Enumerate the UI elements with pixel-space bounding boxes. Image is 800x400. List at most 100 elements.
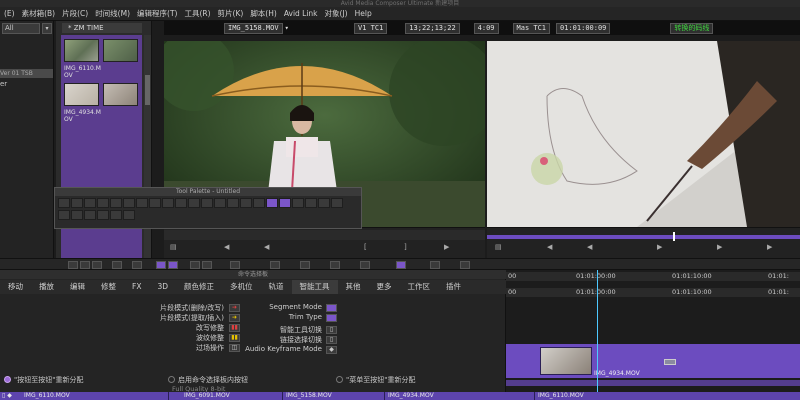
audio-track[interactable]	[506, 380, 800, 386]
tab-fx[interactable]: FX	[124, 280, 149, 294]
tab-track[interactable]: 轨道	[261, 280, 292, 294]
tool-button[interactable]	[110, 210, 122, 220]
menu-marker[interactable]: 剪片(K)	[218, 8, 244, 19]
tool-button[interactable]	[240, 198, 252, 208]
timecode-ruler[interactable]: 00 01:01:00:00 01:01:10:00 01:01:	[506, 288, 800, 297]
menu-editor[interactable]: 编辑程序(T)	[137, 8, 177, 19]
source-position-bar[interactable]	[164, 230, 485, 240]
clip-name[interactable]: IMG_5158.MOV	[286, 392, 332, 400]
tab-other[interactable]: 其他	[338, 280, 369, 294]
tool-button[interactable]	[112, 261, 122, 269]
track-toggle-icon[interactable]: ▯ ◆	[2, 392, 12, 400]
tool-button[interactable]	[97, 210, 109, 220]
tool-button[interactable]	[58, 198, 70, 208]
step-back-icon[interactable]: ◀	[587, 243, 592, 251]
tab-move[interactable]: 移动	[0, 280, 31, 294]
clip-name[interactable]: IMG_4934.MOV	[594, 370, 640, 377]
tool-button[interactable]	[300, 261, 310, 269]
tool-button[interactable]	[188, 198, 200, 208]
command-palette-title[interactable]: 命令选择板	[0, 270, 506, 279]
tool-button[interactable]	[68, 261, 78, 269]
transition-marker[interactable]	[664, 359, 676, 365]
menu-edit[interactable]: (E)	[4, 9, 15, 18]
clip-thumbnail[interactable]	[103, 39, 138, 62]
tool-button[interactable]	[84, 198, 96, 208]
step-back-icon[interactable]: ◀	[547, 243, 552, 251]
tool-button[interactable]	[279, 198, 291, 208]
clip-name[interactable]: IMG_6110.MOV	[538, 392, 584, 400]
tab-color-correction[interactable]: 颜色修正	[176, 280, 222, 294]
tool-button[interactable]	[84, 210, 96, 220]
tool-button[interactable]	[305, 198, 317, 208]
tool-button[interactable]	[123, 198, 135, 208]
menu-object[interactable]: 对象(J)	[325, 8, 348, 19]
tool-button[interactable]	[71, 210, 83, 220]
smart-tool-toggle-button[interactable]: ▯	[326, 326, 337, 334]
sequence-track-bar[interactable]: ▯ ◆ IMG_6110.MOV IMG_6091.MOV IMG_5158.M…	[0, 392, 800, 400]
tool-button[interactable]	[110, 198, 122, 208]
record-position-bar[interactable]	[487, 235, 800, 239]
play-icon[interactable]: ▶	[444, 243, 449, 251]
clip-thumbnail[interactable]	[64, 83, 99, 106]
tool-button[interactable]	[175, 198, 187, 208]
clip-thumbnail[interactable]	[540, 347, 592, 375]
bin-filter-select[interactable]: All	[2, 23, 40, 34]
project-item[interactable]: er	[0, 80, 7, 88]
mark-out-icon[interactable]: ]	[404, 243, 407, 251]
tool-button[interactable]	[292, 198, 304, 208]
tool-button[interactable]	[58, 210, 70, 220]
tool-button[interactable]	[331, 198, 343, 208]
tool-button[interactable]	[136, 198, 148, 208]
timecode-ruler[interactable]: 00 01:01:00:00 01:01:10:00 01:01:	[506, 272, 800, 281]
tool-button[interactable]	[149, 198, 161, 208]
chevron-down-icon[interactable]: ▾	[42, 23, 52, 34]
menu-clip[interactable]: 片段(C)	[62, 8, 88, 19]
mas-label[interactable]: Mas TC1	[512, 22, 551, 34]
tool-button[interactable]	[97, 198, 109, 208]
menu-avid-link[interactable]: Avid Link	[284, 9, 318, 18]
menu-bin[interactable]: 素材箱(B)	[22, 8, 56, 19]
tab-multicam[interactable]: 多机位	[222, 280, 261, 294]
clip-name[interactable]: IMG_4934.MOV	[388, 392, 434, 400]
menu-help[interactable]: Help	[355, 9, 372, 18]
source-clip-name[interactable]: IMG_5158.MOV	[224, 22, 283, 34]
tool-button[interactable]	[360, 261, 370, 269]
tab-edit[interactable]: 编辑	[62, 280, 93, 294]
tool-button[interactable]	[214, 198, 226, 208]
tool-button[interactable]	[132, 261, 142, 269]
mark-out-icon[interactable]: ▶	[767, 243, 772, 251]
tool-button[interactable]	[230, 261, 240, 269]
bin-tab[interactable]: * ZM TIME	[62, 23, 142, 33]
menu-script[interactable]: 脚本(H)	[250, 8, 277, 19]
step-back-icon[interactable]: ◀	[224, 243, 229, 251]
tool-button[interactable]	[123, 210, 135, 220]
tab-smart-tool[interactable]: 智能工具	[291, 280, 338, 294]
tool-button[interactable]	[71, 198, 83, 208]
tool-button[interactable]	[202, 261, 212, 269]
segment-mode-button[interactable]	[156, 261, 166, 269]
track-label[interactable]: V1 TC1	[354, 22, 388, 34]
tool-palette-title[interactable]: Tool Palette - Untitled	[55, 188, 361, 196]
project-item-selected[interactable]: Ver 01 TSB	[0, 69, 53, 78]
tool-button[interactable]	[190, 261, 200, 269]
tool-button[interactable]	[80, 261, 90, 269]
menu-timeline[interactable]: 时间线(M)	[95, 8, 130, 19]
menu-to-button-radio[interactable]	[336, 376, 343, 383]
playhead[interactable]	[597, 270, 598, 400]
record-monitor-frame[interactable]	[487, 41, 800, 227]
clip-thumbnail[interactable]	[103, 83, 138, 106]
step-back-icon[interactable]: ◀	[264, 243, 269, 251]
chevron-down-icon[interactable]: ▾	[285, 24, 289, 32]
trim-mode-button[interactable]	[168, 261, 178, 269]
clip-thumbnail[interactable]	[64, 39, 99, 62]
tool-button[interactable]	[330, 261, 340, 269]
clip-name[interactable]: IMG_6110.MOV	[24, 392, 70, 400]
menu-tools[interactable]: 工具(R)	[184, 8, 210, 19]
tab-trim[interactable]: 修整	[93, 280, 124, 294]
tab-3d[interactable]: 3D	[149, 280, 176, 294]
tool-button[interactable]	[227, 198, 239, 208]
tab-workspace[interactable]: 工作区	[400, 280, 439, 294]
tool-button[interactable]	[162, 198, 174, 208]
sequence-name[interactable]: 转换的码线	[670, 22, 714, 34]
tool-button[interactable]	[396, 261, 406, 269]
